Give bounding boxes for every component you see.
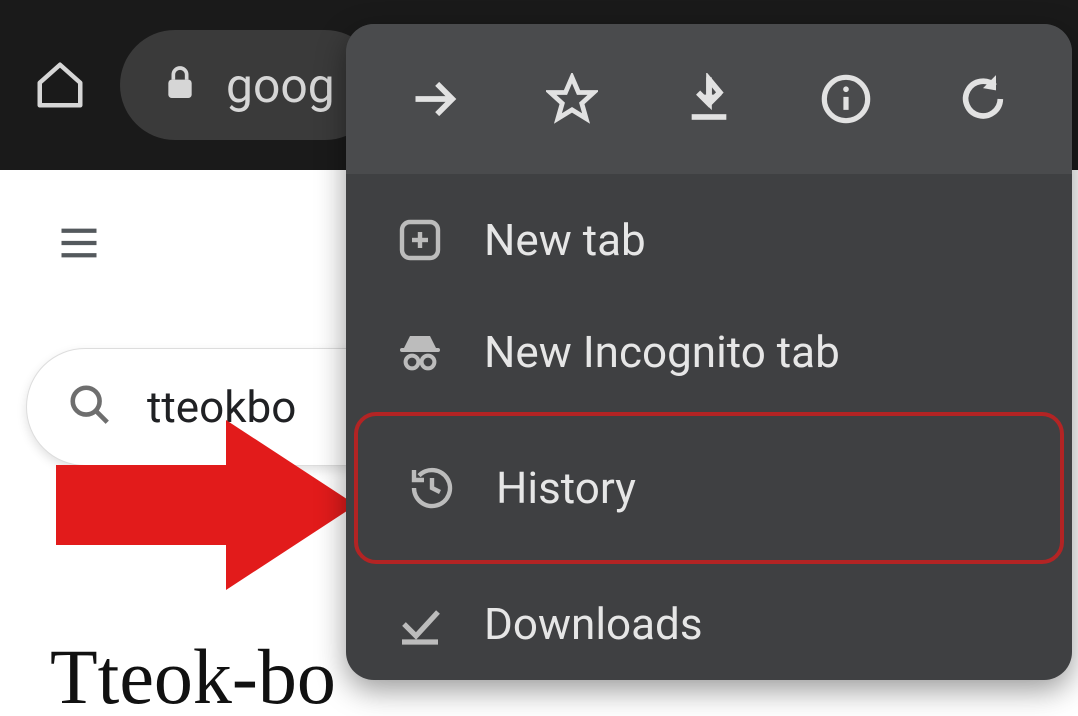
- menu-icon-row: [346, 24, 1072, 174]
- menu-item-label: New tab: [484, 214, 646, 266]
- browser-menu: New tab New Incognito tab: [346, 24, 1072, 680]
- star-icon: [546, 73, 598, 125]
- bookmark-button[interactable]: [542, 69, 602, 129]
- check-underline-icon: [392, 600, 448, 648]
- menu-item-incognito[interactable]: New Incognito tab: [346, 296, 1072, 408]
- plus-square-icon: [392, 216, 448, 264]
- hamburger-menu-button[interactable]: [52, 222, 106, 268]
- menu-item-downloads[interactable]: Downloads: [346, 568, 1072, 680]
- forward-button[interactable]: [405, 69, 465, 129]
- menu-item-label: Downloads: [484, 598, 703, 650]
- info-icon: [820, 73, 872, 125]
- history-icon: [404, 464, 460, 512]
- incognito-icon: [392, 328, 448, 376]
- menu-item-new-tab[interactable]: New tab: [346, 184, 1072, 296]
- download-button[interactable]: [679, 69, 739, 129]
- menu-item-history[interactable]: History: [354, 412, 1064, 564]
- home-button[interactable]: [30, 55, 90, 115]
- annotation-arrow: [56, 420, 356, 590]
- info-button[interactable]: [816, 69, 876, 129]
- url-bar[interactable]: goog: [120, 30, 380, 140]
- download-icon: [683, 73, 735, 125]
- lock-icon: [160, 61, 200, 109]
- home-icon: [33, 58, 87, 112]
- reload-icon: [957, 73, 1009, 125]
- reload-button[interactable]: [953, 69, 1013, 129]
- arrow-right-icon: [409, 73, 461, 125]
- menu-item-label: New Incognito tab: [484, 326, 840, 378]
- menu-item-label: History: [496, 462, 636, 514]
- menu-list: New tab New Incognito tab: [346, 174, 1072, 680]
- url-text: goog: [226, 57, 335, 114]
- page-title: Tteok-bo: [50, 632, 336, 716]
